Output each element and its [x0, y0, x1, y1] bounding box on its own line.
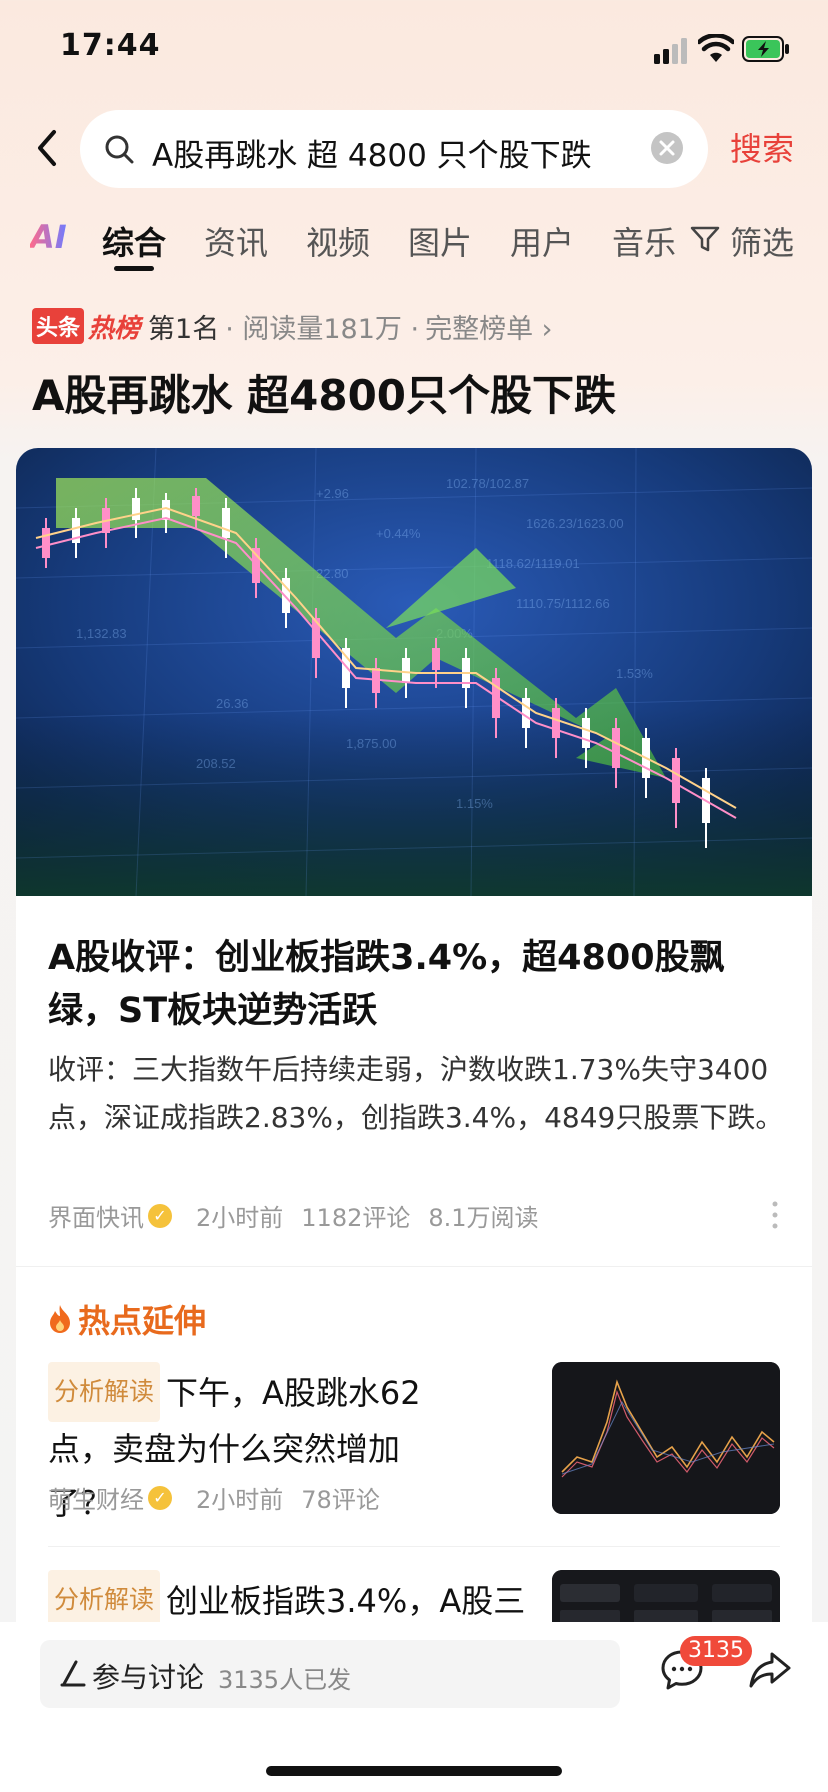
svg-text:1.15%: 1.15%	[456, 796, 493, 811]
rank-reads: · 阅读量181万 ·	[225, 313, 420, 345]
status-time: 17:44	[60, 28, 161, 63]
related-item-meta: 萌生财经 ✓ 2小时前 78评论	[48, 1480, 380, 1515]
search-button[interactable]: 搜索	[730, 124, 794, 170]
article-comments: 1182评论	[301, 1204, 411, 1232]
article-time: 2小时前	[196, 1204, 284, 1232]
active-tab-indicator	[114, 266, 154, 271]
verified-icon: ✓	[148, 1485, 172, 1510]
search-query: A股再跳水 超 4800 只个股下跌	[152, 138, 592, 174]
comment-participants: 3135人已发	[218, 1666, 352, 1694]
related-item-source[interactable]: 萌生财经	[48, 1480, 144, 1515]
tab-ai[interactable]: AI	[30, 218, 67, 256]
svg-text:1.53%: 1.53%	[616, 666, 653, 681]
tab-users[interactable]: 用户	[510, 218, 574, 264]
article-source[interactable]: 界面快讯	[48, 1198, 144, 1233]
hot-extension-header: 热点延伸	[48, 1296, 206, 1342]
back-button[interactable]	[28, 126, 68, 170]
divider	[16, 1266, 812, 1267]
search-input[interactable]: A股再跳水 超 4800 只个股下跌	[80, 110, 708, 188]
related-item-text: 创业板指跌3.4%，A股三	[166, 1582, 526, 1620]
tab-comprehensive[interactable]: 综合	[102, 218, 166, 264]
comment-label: 参与讨论	[92, 1661, 205, 1694]
share-icon[interactable]	[748, 1650, 792, 1690]
comment-count-badge: 3135	[680, 1636, 752, 1666]
article-title[interactable]: A股收评：创业板指跌3.4%，超4800股飘绿，ST板块逆势活跃	[48, 932, 778, 1038]
svg-text:1110.75/1112.66: 1110.75/1112.66	[516, 596, 610, 611]
rank-position: 第1名	[148, 313, 220, 345]
filter-button[interactable]: 筛选	[730, 218, 794, 264]
svg-text:+0.44%: +0.44%	[376, 526, 421, 541]
page-title: A股再跳水 超4800只个股下跌	[32, 371, 617, 420]
battery-charging-icon	[742, 36, 789, 62]
search-icon	[105, 135, 134, 164]
flame-icon	[50, 1305, 70, 1333]
verified-icon: ✓	[148, 1203, 172, 1228]
tab-video[interactable]: 视频	[306, 218, 370, 264]
stock-chart-hero-image: 102.78/102.87 1626.23/1623.00 1118.62/111…	[16, 448, 812, 896]
comment-input[interactable]: 参与讨论 3135人已发	[40, 1640, 620, 1708]
tab-images[interactable]: 图片	[408, 218, 472, 264]
svg-text:1,132.83: 1,132.83	[76, 626, 127, 641]
hot-extension-label: 热点延伸	[78, 1302, 207, 1340]
status-bar: 17:44	[0, 0, 828, 100]
result-card[interactable]: 102.78/102.87 1626.23/1623.00 1118.62/111…	[16, 448, 812, 1792]
divider	[48, 1546, 780, 1547]
svg-text:208.52: 208.52	[196, 756, 236, 771]
svg-text:1118.62/1119.01: 1118.62/1119.01	[486, 556, 580, 571]
svg-text:+2.96: +2.96	[316, 486, 349, 501]
bottom-action-bar: 参与讨论 3135人已发 3135	[0, 1622, 828, 1792]
related-item-title[interactable]: 分析解读 创业板指跌3.4%，A股三	[48, 1570, 525, 1630]
cellular-signal-icon	[654, 38, 687, 64]
svg-text:1626.23/1623.00: 1626.23/1623.00	[526, 516, 624, 531]
filter-icon	[690, 226, 720, 252]
more-options-icon[interactable]	[770, 1200, 780, 1230]
tab-music[interactable]: 音乐	[612, 218, 676, 264]
clear-icon[interactable]	[650, 131, 684, 165]
related-item-thumbnail[interactable]	[552, 1362, 780, 1514]
svg-text:102.78/102.87: 102.78/102.87	[446, 476, 529, 491]
related-item-time: 2小时前	[196, 1486, 284, 1514]
hot-list-badge: 热榜	[88, 313, 141, 344]
article-reads: 8.1万阅读	[428, 1204, 539, 1232]
analysis-tag: 分析解读	[48, 1570, 161, 1630]
hot-rank-row[interactable]: 头条 热榜 第1名 · 阅读量181万 · 完整榜单 ›	[32, 307, 552, 346]
article-summary: 收评：三大指数午后持续走弱，沪数收跌1.73%失守3400点，深证成指跌2.83…	[48, 1053, 784, 1134]
svg-text:1,875.00: 1,875.00	[346, 736, 397, 751]
home-indicator	[266, 1766, 562, 1776]
toutiao-badge: 头条	[32, 308, 85, 344]
wifi-icon	[698, 34, 734, 62]
full-list-link[interactable]: 完整榜单 ›	[425, 307, 552, 346]
pen-icon	[60, 1660, 86, 1687]
article-meta: 界面快讯 ✓ 2小时前 1182评论 8.1万阅读	[48, 1198, 539, 1233]
svg-text:26.36: 26.36	[216, 696, 249, 711]
related-item-comments: 78评论	[301, 1486, 380, 1514]
analysis-tag: 分析解读	[48, 1362, 161, 1422]
tab-news[interactable]: 资讯	[204, 218, 268, 264]
